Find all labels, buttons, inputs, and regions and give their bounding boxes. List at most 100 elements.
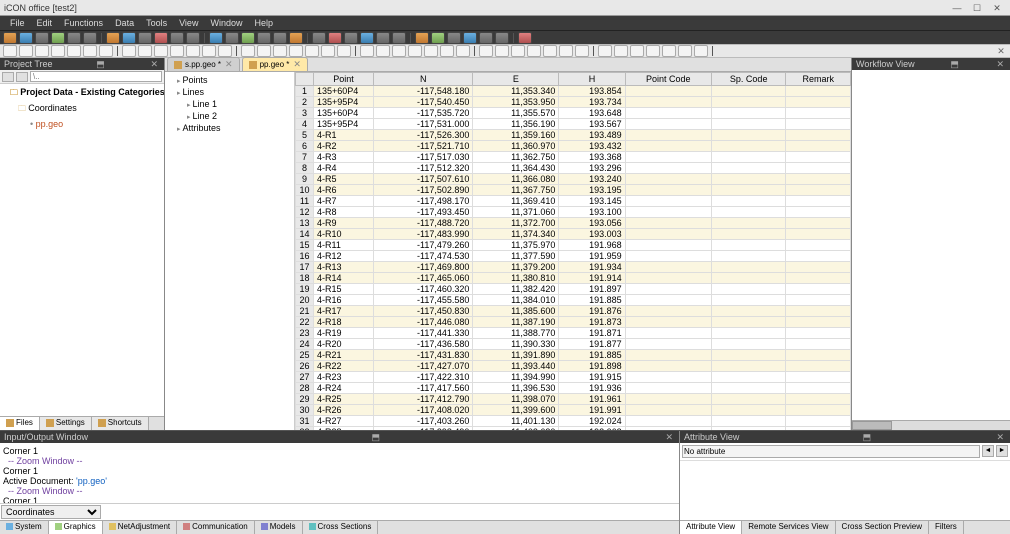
- toolbar-button-0[interactable]: [3, 32, 17, 44]
- toolbar2-button-25[interactable]: [424, 45, 438, 57]
- grid-header[interactable]: N: [374, 73, 473, 86]
- toolbar2-button-16[interactable]: [273, 45, 287, 57]
- toolbar2-button-22[interactable]: [376, 45, 390, 57]
- toolbar-button-29[interactable]: [495, 32, 509, 44]
- attr-tab-cross-section-preview[interactable]: Cross Section Preview: [836, 521, 929, 534]
- table-row[interactable]: 184-R14-117,465.06011,380.810191.914: [296, 273, 851, 284]
- toolbar-button-3[interactable]: [51, 32, 65, 44]
- subtree-line-1[interactable]: Line 1: [167, 98, 292, 110]
- toolbar2-button-19[interactable]: [321, 45, 335, 57]
- toolbar2-button-1[interactable]: [19, 45, 33, 57]
- tree-folder-coordinates[interactable]: Coordinates: [2, 102, 162, 118]
- tree-root[interactable]: Project Data - Existing Categories: [2, 86, 162, 102]
- table-row[interactable]: 194-R15-117,460.32011,382.420191.897: [296, 284, 851, 295]
- table-row[interactable]: 224-R18-117,446.08011,387.190191.873: [296, 317, 851, 328]
- toolbar-button-17[interactable]: [289, 32, 303, 44]
- table-row[interactable]: 134-R9-117,488.72011,372.700193.056: [296, 218, 851, 229]
- menu-functions[interactable]: Functions: [58, 18, 109, 28]
- toolbar2-button-38[interactable]: [646, 45, 660, 57]
- toolbar-button-21[interactable]: [360, 32, 374, 44]
- table-row[interactable]: 304-R26-117,408.02011,399.600191.991: [296, 405, 851, 416]
- menu-file[interactable]: File: [4, 18, 31, 28]
- left-tab-files[interactable]: Files: [0, 417, 40, 430]
- toolbar2-button-35[interactable]: [598, 45, 612, 57]
- toolbar-button-25[interactable]: [431, 32, 445, 44]
- attr-tab-attribute-view[interactable]: Attribute View: [680, 521, 742, 534]
- attr-prev-button[interactable]: ◄: [982, 445, 994, 457]
- grid-header[interactable]: H: [559, 73, 625, 86]
- maximize-button[interactable]: ☐: [968, 2, 986, 14]
- toolbar-button-12[interactable]: [209, 32, 223, 44]
- bottom-tab-netadjustment[interactable]: NetAdjustment: [103, 521, 177, 534]
- toolbar2-button-20[interactable]: [337, 45, 351, 57]
- table-row[interactable]: 274-R23-117,422.31011,394.990191.915: [296, 372, 851, 383]
- table-row[interactable]: 314-R27-117,403.26011,401.130192.024: [296, 416, 851, 427]
- toolbar2-button-8[interactable]: [138, 45, 152, 57]
- bottom-tab-models[interactable]: Models: [255, 521, 303, 534]
- doc-tab[interactable]: s.pp.geo *✕: [167, 57, 240, 71]
- toolbar-button-27[interactable]: [463, 32, 477, 44]
- left-tab-settings[interactable]: Settings: [40, 417, 92, 430]
- table-row[interactable]: 4135+95P4-117,531.00011,356.190193.567: [296, 119, 851, 130]
- io-text[interactable]: Corner 1 -- Zoom Window --Corner 1Active…: [0, 443, 679, 503]
- panel-pin-icon[interactable]: ⬒: [369, 432, 382, 443]
- panel-close-icon[interactable]: ✕: [148, 59, 160, 70]
- toolbar-button-7[interactable]: [122, 32, 136, 44]
- toolbar2-button-24[interactable]: [408, 45, 422, 57]
- toolbar2-button-27[interactable]: [456, 45, 470, 57]
- toolbar-button-9[interactable]: [154, 32, 168, 44]
- attribute-value-input[interactable]: [682, 445, 980, 458]
- table-row[interactable]: 104-R6-117,502.89011,367.750193.195: [296, 185, 851, 196]
- toolbar2-button-11[interactable]: [186, 45, 200, 57]
- toolbar2-button-2[interactable]: [35, 45, 49, 57]
- menu-edit[interactable]: Edit: [31, 18, 59, 28]
- attr-tab-filters[interactable]: Filters: [929, 521, 964, 534]
- toolbar2-button-30[interactable]: [511, 45, 525, 57]
- table-row[interactable]: 64-R2-117,521.71011,360.970193.432: [296, 141, 851, 152]
- toolbar2-button-10[interactable]: [170, 45, 184, 57]
- toolbar2-button-40[interactable]: [678, 45, 692, 57]
- minimize-button[interactable]: —: [948, 2, 966, 14]
- toolbar2-button-41[interactable]: [694, 45, 708, 57]
- toolbar-button-24[interactable]: [415, 32, 429, 44]
- table-row[interactable]: 284-R24-117,417.56011,396.530191.936: [296, 383, 851, 394]
- subtree-line-2[interactable]: Line 2: [167, 110, 292, 122]
- toolbar-button-5[interactable]: [83, 32, 97, 44]
- toolbar2-button-5[interactable]: [83, 45, 97, 57]
- bottom-tab-communication[interactable]: Communication: [177, 521, 255, 534]
- data-grid[interactable]: PointNEHPoint CodeSp. CodeRemark1135+60P…: [295, 72, 851, 430]
- toolbar-button-26[interactable]: [447, 32, 461, 44]
- table-row[interactable]: 1135+60P4-117,548.18011,353.340193.854: [296, 86, 851, 97]
- toolbar-button-1[interactable]: [19, 32, 33, 44]
- menu-data[interactable]: Data: [109, 18, 140, 28]
- panel-pin-icon[interactable]: ⬒: [94, 59, 107, 70]
- toolbar2-button-18[interactable]: [305, 45, 319, 57]
- table-row[interactable]: 2135+95P4-117,540.45011,353.950193.734: [296, 97, 851, 108]
- toolbar-button-13[interactable]: [225, 32, 239, 44]
- doc-tab[interactable]: pp.geo *✕: [242, 57, 308, 71]
- toolbar-button-2[interactable]: [35, 32, 49, 44]
- table-row[interactable]: 244-R20-117,436.58011,390.330191.877: [296, 339, 851, 350]
- table-row[interactable]: 94-R5-117,507.61011,366.080193.240: [296, 174, 851, 185]
- toolbar-button-19[interactable]: [328, 32, 342, 44]
- toolbar2-button-28[interactable]: [479, 45, 493, 57]
- tab-close[interactable]: ✕: [225, 59, 233, 70]
- tree-collapse-button[interactable]: [2, 72, 14, 82]
- io-category-select[interactable]: Coordinates: [1, 505, 101, 519]
- toolbar2-button-39[interactable]: [662, 45, 676, 57]
- attr-next-button[interactable]: ►: [996, 445, 1008, 457]
- subtree-lines[interactable]: Lines: [167, 86, 292, 98]
- toolbar2-button-33[interactable]: [559, 45, 573, 57]
- toolbar-button-30[interactable]: [518, 32, 532, 44]
- toolbar-button-8[interactable]: [138, 32, 152, 44]
- toolbar2-button-7[interactable]: [122, 45, 136, 57]
- grid-header[interactable]: Sp. Code: [711, 73, 786, 86]
- toolbar2-button-21[interactable]: [360, 45, 374, 57]
- close-button[interactable]: ✕: [988, 2, 1006, 14]
- toolbar2-button-15[interactable]: [257, 45, 271, 57]
- menu-window[interactable]: Window: [204, 18, 248, 28]
- table-row[interactable]: 164-R12-117,474.53011,377.590191.959: [296, 251, 851, 262]
- panel-close-icon[interactable]: ✕: [994, 432, 1006, 443]
- attr-tab-remote-services-view[interactable]: Remote Services View: [742, 521, 835, 534]
- toolbar-button-4[interactable]: [67, 32, 81, 44]
